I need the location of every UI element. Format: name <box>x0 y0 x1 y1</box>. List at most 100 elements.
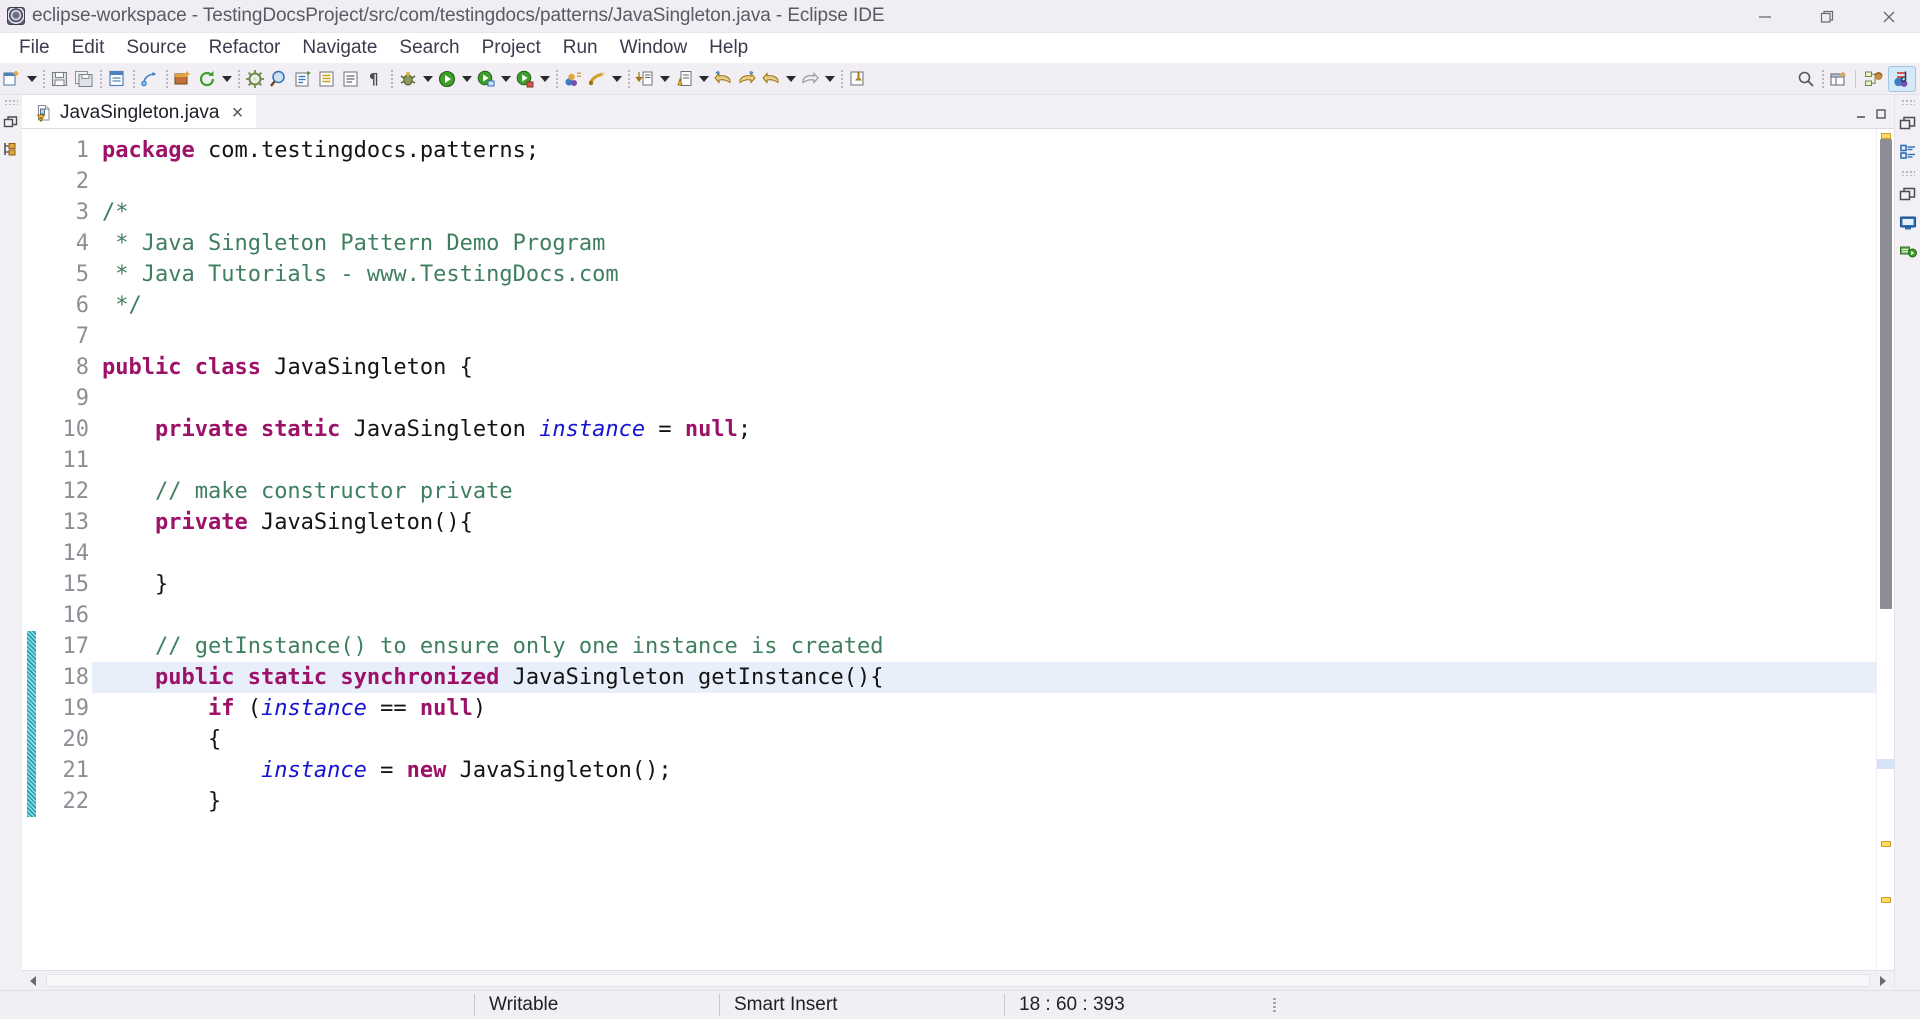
pin-editor-icon[interactable] <box>846 67 870 91</box>
show-whitespace-icon[interactable]: ¶ <box>363 67 387 91</box>
rail-grip[interactable] <box>4 99 18 105</box>
next-edit-icon[interactable] <box>798 67 822 91</box>
vertical-scrollbar[interactable] <box>1876 129 1894 970</box>
run-last-tool-icon[interactable] <box>474 67 498 91</box>
new-java-class-icon[interactable] <box>585 67 609 91</box>
next-edit-dropdown-icon[interactable] <box>822 67 837 91</box>
new-java-file-icon[interactable] <box>105 67 129 91</box>
scroll-right-icon[interactable] <box>1872 972 1894 990</box>
code-line[interactable]: private JavaSingleton(){ <box>102 507 1876 538</box>
link-with-editor-icon[interactable] <box>138 67 162 91</box>
save-all-icon[interactable] <box>72 67 96 91</box>
scrollbar-thumb[interactable] <box>1880 139 1892 609</box>
package-explorer-icon[interactable] <box>1 136 21 162</box>
code-line[interactable] <box>102 538 1876 569</box>
open-task-dropdown-icon[interactable] <box>657 67 672 91</box>
code-line[interactable]: */ <box>102 290 1876 321</box>
overview-warning-marker[interactable] <box>1881 841 1891 847</box>
code-line[interactable]: { <box>102 724 1876 755</box>
previous-annotation-icon[interactable] <box>339 67 363 91</box>
perspective-java-ee-button[interactable] <box>1860 66 1888 92</box>
code-line[interactable]: * Java Singleton Pattern Demo Program <box>102 228 1876 259</box>
search-icon[interactable] <box>267 67 291 91</box>
menu-navigate[interactable]: Navigate <box>291 34 388 62</box>
code-line[interactable]: /* <box>102 197 1876 228</box>
restore-icon[interactable] <box>1796 0 1858 33</box>
code-line[interactable]: package com.testingdocs.patterns; <box>102 135 1876 166</box>
task-list-icon[interactable] <box>1896 237 1920 265</box>
menu-project[interactable]: Project <box>471 34 552 62</box>
refresh-dropdown-icon[interactable] <box>219 67 234 91</box>
code-line[interactable]: } <box>102 569 1876 600</box>
hscrollbar-thumb[interactable] <box>46 974 1870 987</box>
code-line[interactable]: public class JavaSingleton { <box>102 352 1876 383</box>
restore-view-icon[interactable] <box>1896 110 1920 138</box>
menu-window[interactable]: Window <box>609 34 699 62</box>
console-view-icon[interactable] <box>1896 209 1920 237</box>
maximize-editor-icon[interactable] <box>1872 105 1890 123</box>
save-icon[interactable] <box>48 67 72 91</box>
new-annotation-icon[interactable] <box>672 67 696 91</box>
new-java-project-icon[interactable] <box>561 67 585 91</box>
source-code-pane[interactable]: package com.testingdocs.patterns; /* * J… <box>92 129 1876 970</box>
toggle-mark-occurrences-icon[interactable] <box>291 67 315 91</box>
overview-warning-marker[interactable] <box>1881 133 1891 139</box>
scroll-left-icon[interactable] <box>22 972 44 990</box>
menu-run[interactable]: Run <box>552 34 609 62</box>
coverage-dropdown-icon[interactable] <box>537 67 552 91</box>
code-line[interactable]: * Java Tutorials - www.TestingDocs.com <box>102 259 1876 290</box>
code-line[interactable]: } <box>102 786 1876 817</box>
next-annotation-icon[interactable] <box>315 67 339 91</box>
code-line[interactable]: instance = new JavaSingleton(); <box>102 755 1876 786</box>
minimize-editor-icon[interactable] <box>1852 105 1870 123</box>
code-line[interactable] <box>102 321 1876 352</box>
code-line[interactable] <box>102 383 1876 414</box>
restore-view-icon[interactable] <box>1 110 21 136</box>
open-type-icon[interactable] <box>171 67 195 91</box>
outline-view-icon[interactable] <box>1896 138 1920 166</box>
debug-icon[interactable] <box>396 67 420 91</box>
run-dropdown-icon[interactable] <box>459 67 474 91</box>
horizontal-scrollbar[interactable] <box>22 970 1894 990</box>
code-line[interactable]: // getInstance() to ensure only one inst… <box>102 631 1876 662</box>
menu-edit[interactable]: Edit <box>61 34 116 62</box>
menu-file[interactable]: File <box>8 34 61 62</box>
menu-search[interactable]: Search <box>388 34 470 62</box>
forward-icon[interactable] <box>735 67 759 91</box>
rail-grip[interactable] <box>1901 99 1915 105</box>
previous-edit-dropdown-icon[interactable] <box>783 67 798 91</box>
overview-warning-marker[interactable] <box>1881 897 1891 903</box>
refresh-icon[interactable] <box>195 67 219 91</box>
new-wizard-dropdown-icon[interactable] <box>24 67 39 91</box>
menu-source[interactable]: Source <box>115 34 197 62</box>
minimize-icon[interactable] <box>1734 0 1796 33</box>
minimize-view-icon[interactable] <box>1896 181 1920 209</box>
coverage-icon[interactable] <box>513 67 537 91</box>
open-task-icon[interactable] <box>633 67 657 91</box>
code-line[interactable] <box>102 600 1876 631</box>
run-last-tool-dropdown-icon[interactable] <box>498 67 513 91</box>
annotation-marker-bar[interactable] <box>22 129 40 970</box>
code-line[interactable]: private static JavaSingleton instance = … <box>102 414 1876 445</box>
code-line[interactable] <box>102 166 1876 197</box>
code-line[interactable]: public static synchronized JavaSingleton… <box>92 662 1876 693</box>
code-line[interactable] <box>102 445 1876 476</box>
editor-tab-javasingleton[interactable]: JavaSingleton.java × <box>22 95 256 128</box>
quick-access-search-icon[interactable] <box>1794 67 1818 91</box>
menu-refactor[interactable]: Refactor <box>198 34 292 62</box>
open-perspective-icon[interactable] <box>1827 67 1851 91</box>
build-all-icon[interactable] <box>243 67 267 91</box>
previous-edit-icon[interactable] <box>759 67 783 91</box>
rail-grip[interactable] <box>1901 170 1915 176</box>
menu-help[interactable]: Help <box>698 34 759 62</box>
run-icon[interactable] <box>435 67 459 91</box>
perspective-java-button[interactable] <box>1888 66 1916 92</box>
code-line[interactable]: if (instance == null) <box>102 693 1876 724</box>
new-annotation-dropdown-icon[interactable] <box>696 67 711 91</box>
close-icon[interactable] <box>1858 0 1920 33</box>
back-icon[interactable] <box>711 67 735 91</box>
new-java-class-dropdown-icon[interactable] <box>609 67 624 91</box>
new-wizard-icon[interactable] <box>0 67 24 91</box>
debug-dropdown-icon[interactable] <box>420 67 435 91</box>
code-line[interactable]: // make constructor private <box>102 476 1876 507</box>
